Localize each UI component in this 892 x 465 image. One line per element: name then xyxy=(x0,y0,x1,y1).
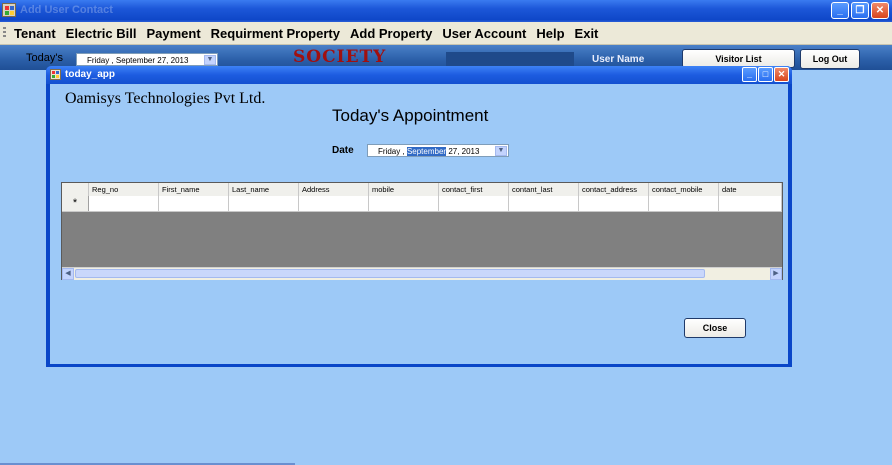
column-header[interactable]: Reg_no xyxy=(89,183,159,196)
grid-cell[interactable] xyxy=(509,196,579,211)
todays-date-picker[interactable]: Friday , September 27, 2013 ▼ xyxy=(76,53,218,66)
table-row[interactable]: * xyxy=(62,196,782,212)
close-window-button[interactable]: ✕ xyxy=(871,2,889,19)
appt-date-day: Friday xyxy=(378,147,401,156)
appointment-grid[interactable]: Reg_no First_name Last_name Address mobi… xyxy=(61,182,783,280)
close-button[interactable]: Close xyxy=(684,318,746,338)
column-header[interactable]: contant_last xyxy=(509,183,579,196)
column-header[interactable]: contact_mobile xyxy=(649,183,719,196)
logout-button[interactable]: Log Out xyxy=(800,49,860,69)
child-maximize-button[interactable]: □ xyxy=(758,67,773,82)
date-label: Date xyxy=(332,145,354,156)
menu-user-account[interactable]: User Account xyxy=(440,26,534,41)
grid-header: Reg_no First_name Last_name Address mobi… xyxy=(62,183,782,197)
appt-date-month: September xyxy=(406,147,447,156)
child-close-icon[interactable]: ✕ xyxy=(774,67,789,82)
grid-cell[interactable] xyxy=(89,196,159,211)
child-app-icon xyxy=(50,69,61,80)
todays-date-rest: , September 27, 2013 xyxy=(111,56,189,65)
menu-payment[interactable]: Payment xyxy=(144,26,208,41)
scroll-right-icon[interactable]: ▶ xyxy=(770,268,782,280)
appointment-date-picker[interactable]: Friday , September 27, 2013 ▼ xyxy=(367,144,509,157)
column-header[interactable]: Address xyxy=(299,183,369,196)
society-logo: SOCIETY xyxy=(293,47,387,67)
user-name-label: User Name xyxy=(592,54,645,65)
child-window-title: today_app xyxy=(65,69,116,80)
grid-corner xyxy=(62,183,89,196)
scroll-left-icon[interactable]: ◀ xyxy=(62,268,74,280)
menu-grip-icon xyxy=(3,27,6,39)
chevron-down-icon[interactable]: ▼ xyxy=(204,55,216,65)
column-header[interactable]: mobile xyxy=(369,183,439,196)
minimize-button[interactable]: _ xyxy=(831,2,849,19)
menu-add-property[interactable]: Add Property xyxy=(348,26,440,41)
horizontal-scrollbar[interactable]: ◀ ▶ xyxy=(62,267,782,280)
child-minimize-button[interactable]: _ xyxy=(742,67,757,82)
restore-button[interactable]: ❐ xyxy=(851,2,869,19)
menu-requirment-property[interactable]: Requirment Property xyxy=(209,26,348,41)
column-header[interactable]: contact_first xyxy=(439,183,509,196)
menu-tenant[interactable]: Tenant xyxy=(12,26,64,41)
chevron-down-icon[interactable]: ▼ xyxy=(495,146,507,156)
today-app-window: today_app _ □ ✕ Oamisys Technologies Pvt… xyxy=(46,66,792,367)
grid-cell[interactable] xyxy=(719,196,782,211)
column-header[interactable]: contact_address xyxy=(579,183,649,196)
menu-bar: Tenant Electric Bill Payment Requirment … xyxy=(0,22,892,45)
column-header[interactable]: date xyxy=(719,183,782,196)
grid-cell[interactable] xyxy=(579,196,649,211)
menu-exit[interactable]: Exit xyxy=(573,26,607,41)
app-icon xyxy=(2,3,16,17)
main-title-bar: Add User Contact _ ❐ ✕ xyxy=(0,0,892,22)
appt-date-rest: 27, 2013 xyxy=(448,147,480,156)
scroll-thumb[interactable] xyxy=(75,269,705,278)
child-client-area: Oamisys Technologies Pvt Ltd. Today's Ap… xyxy=(50,84,788,364)
grid-cell[interactable] xyxy=(439,196,509,211)
menu-electric-bill[interactable]: Electric Bill xyxy=(64,26,145,41)
header-panel xyxy=(446,52,574,66)
grid-cell[interactable] xyxy=(299,196,369,211)
window-title: Add User Contact xyxy=(20,4,113,16)
page-title: Today's Appointment xyxy=(332,106,489,125)
todays-label: Today's xyxy=(26,52,63,64)
todays-date-day: Friday xyxy=(87,56,110,65)
grid-cell[interactable] xyxy=(229,196,299,211)
menu-help[interactable]: Help xyxy=(534,26,572,41)
column-header[interactable]: Last_name xyxy=(229,183,299,196)
grid-cell[interactable] xyxy=(369,196,439,211)
grid-cell[interactable] xyxy=(159,196,229,211)
new-row-marker: * xyxy=(62,196,89,211)
company-name: Oamisys Technologies Pvt Ltd. xyxy=(65,90,266,107)
column-header[interactable]: First_name xyxy=(159,183,229,196)
grid-cell[interactable] xyxy=(649,196,719,211)
child-title-bar: today_app _ □ ✕ xyxy=(46,66,792,84)
